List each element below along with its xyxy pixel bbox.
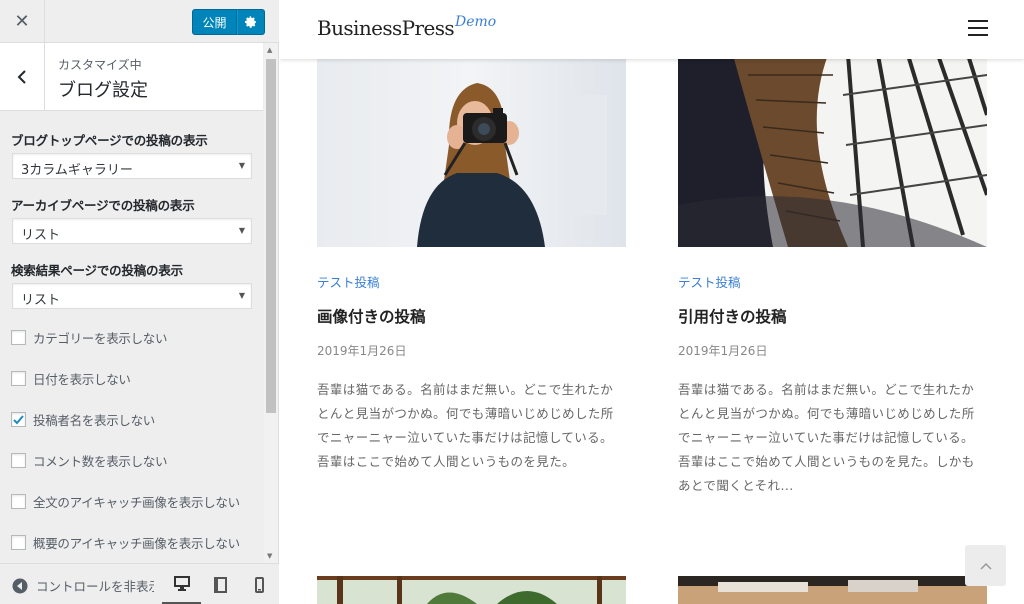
checkbox-label: コメント数を表示しない <box>33 454 168 469</box>
checkbox-label: 投稿者名を表示しない <box>33 413 156 428</box>
post-date: 2019年1月26日 <box>317 344 407 358</box>
post-title[interactable]: 画像付きの投稿 <box>317 305 426 327</box>
device-desktop-button[interactable] <box>162 564 201 604</box>
post-category[interactable]: テスト投稿 <box>317 272 380 291</box>
blog-top-display-label: ブログトップページでの投稿の表示 <box>11 133 208 148</box>
hamburger-menu-icon[interactable] <box>968 20 988 36</box>
mobile-icon <box>255 576 264 593</box>
excerpt-line: 吾輩は猫である。名前はまだ無い。どこで生れたか <box>317 382 614 397</box>
woman-with-camera-image <box>317 55 626 247</box>
post-thumbnail-woman-camera[interactable] <box>317 55 626 247</box>
collapse-label: コントロールを非表示 <box>36 579 154 594</box>
post-excerpt: 吾輩は猫である。名前はまだ無い。どこで生れたか とんと見当がつかぬ。何でも薄暗い… <box>317 378 629 474</box>
checkbox-hide-full-eyecatch[interactable]: 全文のアイキャッチ画像を表示しない <box>11 492 240 511</box>
excerpt-line: 吾輩はここで始めて人間というものを見た。しかも <box>678 454 975 469</box>
post-excerpt: 吾輩は猫である。名前はまだ無い。どこで生れたか とんと見当がつかぬ。何でも薄暗い… <box>678 378 990 498</box>
post-thumbnail-desk[interactable] <box>678 576 987 604</box>
publish-settings-button[interactable] <box>237 9 265 35</box>
checkmark-icon <box>13 415 24 425</box>
scroll-down-arrow-icon[interactable]: ▼ <box>267 552 272 560</box>
customizing-label: カスタマイズ中 <box>58 58 142 72</box>
select-value: 3カラムギャラリー <box>21 163 133 178</box>
search-display-label: 検索結果ページでの投稿の表示 <box>11 263 183 278</box>
publish-button[interactable]: 公開 <box>192 9 237 35</box>
post-thumbnail-library[interactable] <box>678 55 987 247</box>
close-icon: ✕ <box>14 11 30 32</box>
blog-top-display-select[interactable]: 3カラムギャラリー ▼ <box>12 153 252 179</box>
caret-down-icon: ▼ <box>238 226 245 235</box>
checkbox-label: 全文のアイキャッチ画像を表示しない <box>33 495 240 510</box>
post-thumbnail-trees[interactable] <box>317 576 626 604</box>
site-preview: BusinessPress Demo テスト投稿 画像付きの投稿 2019年1月… <box>280 0 1024 604</box>
post-title[interactable]: 引用付きの投稿 <box>678 305 787 327</box>
search-display-select[interactable]: リスト ▼ <box>12 283 252 309</box>
wood-desk-image <box>678 576 987 604</box>
scrollbar-thumb[interactable] <box>266 59 276 413</box>
scroll-up-arrow-icon[interactable]: ▲ <box>267 46 272 54</box>
archive-display-label: アーカイブページでの投稿の表示 <box>11 198 195 213</box>
select-value: リスト <box>21 228 61 243</box>
section-title: ブログ設定 <box>58 80 148 101</box>
checkbox-box[interactable] <box>11 494 26 509</box>
checkbox-box[interactable] <box>11 330 26 345</box>
caret-down-icon: ▼ <box>238 161 245 170</box>
controls-panel: ブログトップページでの投稿の表示 3カラムギャラリー ▼ アーカイブページでの投… <box>0 111 263 563</box>
customizer-footer: コントロールを非表示 <box>0 563 279 604</box>
back-to-top-button[interactable] <box>965 545 1006 586</box>
checkbox-hide-category[interactable]: カテゴリーを表示しない <box>11 328 168 347</box>
checkbox-label: カテゴリーを表示しない <box>33 331 168 346</box>
checkbox-hide-comment-count[interactable]: コメント数を表示しない <box>11 451 168 470</box>
close-button[interactable]: ✕ <box>0 0 45 43</box>
archive-display-select[interactable]: リスト ▼ <box>12 218 252 244</box>
section-header: カスタマイズ中 ブログ設定 <box>0 43 263 111</box>
desktop-icon <box>173 575 190 591</box>
gear-icon <box>245 16 256 28</box>
checkbox-box[interactable] <box>11 535 26 550</box>
site-header: BusinessPress Demo <box>280 0 1024 59</box>
trees-image <box>317 576 626 604</box>
customizer-header: ✕ 公開 <box>0 0 279 43</box>
post-date: 2019年1月26日 <box>678 344 768 358</box>
checkbox-label: 日付を表示しない <box>33 372 131 387</box>
checkbox-box[interactable] <box>11 412 26 427</box>
excerpt-line: 吾輩は猫である。名前はまだ無い。どこで生れたか <box>678 382 975 397</box>
chevron-left-icon <box>17 70 26 84</box>
collapse-arrow-icon <box>12 578 28 593</box>
checkbox-hide-author[interactable]: 投稿者名を表示しない <box>11 410 155 429</box>
checkbox-hide-date[interactable]: 日付を表示しない <box>11 369 131 388</box>
select-value: リスト <box>21 293 61 308</box>
excerpt-line: でニャーニャー泣いていた事だけは記憶している。 <box>317 430 613 445</box>
caret-down-icon: ▼ <box>238 291 245 300</box>
checkbox-label: 概要のアイキャッチ画像を表示しない <box>33 536 240 551</box>
site-tagline: Demo <box>455 14 497 30</box>
sidebar-scrollbar[interactable]: ▲ ▼ <box>264 43 278 563</box>
chevron-up-icon <box>979 562 992 570</box>
device-tablet-button[interactable] <box>201 564 240 604</box>
excerpt-line: あとで聞くとそれ... <box>678 478 794 493</box>
checkbox-box[interactable] <box>11 371 26 386</box>
back-button[interactable] <box>0 43 45 111</box>
excerpt-line: 吾輩はここで始めて人間というものを見た。 <box>317 454 576 469</box>
library-bookshelves-image <box>678 55 987 247</box>
collapse-controls-button[interactable]: コントロールを非表示 <box>12 576 154 595</box>
customizer-sidebar: ✕ 公開 カスタマイズ中 ブログ設定 ブログトップページでの投稿の表示 3カラム… <box>0 0 279 604</box>
excerpt-line: でニャーニャー泣いていた事だけは記憶している。 <box>678 430 974 445</box>
post-category[interactable]: テスト投稿 <box>678 272 741 291</box>
device-mobile-button[interactable] <box>240 564 279 604</box>
site-title[interactable]: BusinessPress <box>317 16 455 40</box>
checkbox-box[interactable] <box>11 453 26 468</box>
tablet-icon <box>214 576 227 593</box>
checkbox-hide-summary-eyecatch[interactable]: 概要のアイキャッチ画像を表示しない <box>11 533 240 552</box>
excerpt-line: とんと見当がつかぬ。何でも薄暗いじめじめした所 <box>317 406 614 421</box>
excerpt-line: とんと見当がつかぬ。何でも薄暗いじめじめした所 <box>678 406 975 421</box>
